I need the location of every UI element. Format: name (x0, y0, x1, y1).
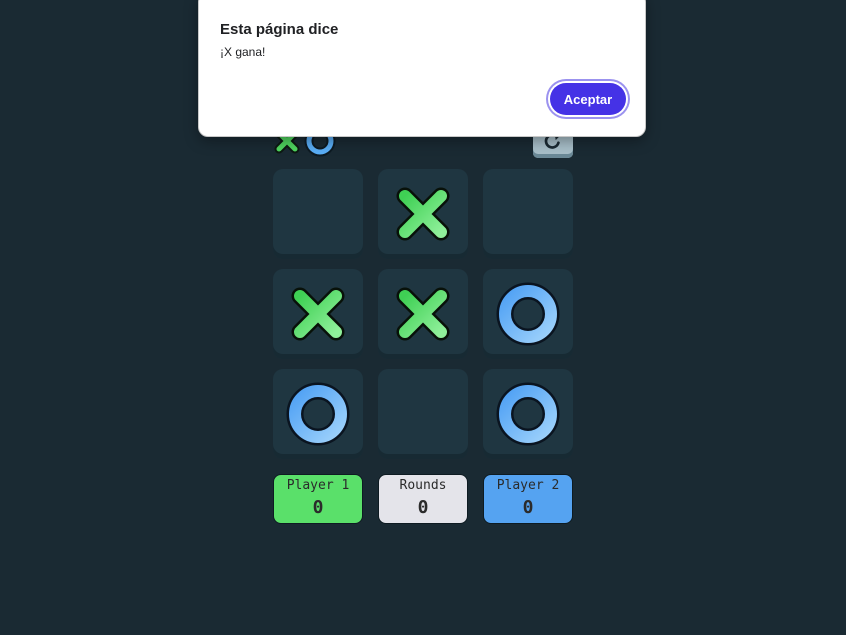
score-panel: Player 1 0 Rounds 0 Player 2 0 (273, 474, 573, 524)
score-label: Player 2 (496, 478, 560, 493)
game-board (273, 169, 573, 459)
board-cell[interactable] (483, 369, 573, 459)
board-cell[interactable] (378, 169, 468, 259)
x-mark-icon (396, 287, 450, 341)
rounds-score: Rounds 0 (378, 474, 468, 524)
board-cell[interactable] (273, 169, 363, 259)
player-2-score: Player 2 0 (483, 474, 573, 524)
dialog-message: ¡X gana! (220, 45, 266, 59)
board-cell[interactable] (378, 269, 468, 359)
score-value: 0 (522, 497, 534, 518)
alert-dialog: Esta página dice ¡X gana! Aceptar (198, 0, 646, 137)
board-cell[interactable] (483, 269, 573, 359)
score-value: 0 (312, 497, 324, 518)
board-cell[interactable] (273, 269, 363, 359)
x-mark-icon (291, 287, 345, 341)
player-1-score: Player 1 0 (273, 474, 363, 524)
o-mark-icon (286, 382, 350, 446)
board-cell[interactable] (273, 369, 363, 459)
o-mark-icon (496, 282, 560, 346)
accept-button[interactable]: Aceptar (550, 83, 626, 115)
score-value: 0 (417, 497, 429, 518)
score-label: Player 1 (286, 478, 350, 493)
o-mark-icon (496, 382, 560, 446)
board-cell[interactable] (483, 169, 573, 259)
board-cell[interactable] (378, 369, 468, 459)
x-mark-icon (396, 187, 450, 241)
score-label: Rounds (399, 478, 447, 493)
dialog-title: Esta página dice (220, 21, 339, 38)
